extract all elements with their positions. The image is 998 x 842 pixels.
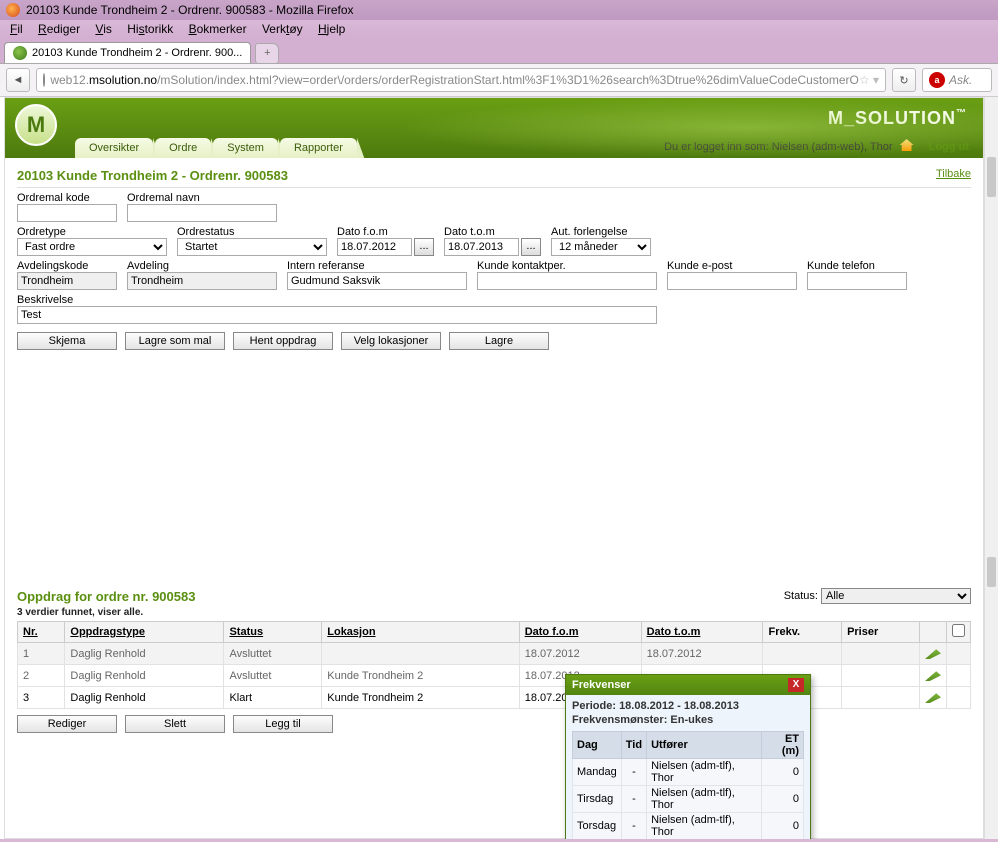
frekvens-row: Mandag-Nielsen (adm-tlf), Thor0: [573, 759, 804, 786]
popup-monster: Frekvensmønster: En-ukes: [572, 713, 804, 727]
globe-icon: [43, 73, 45, 87]
app-brand: M_SOLUTION™: [828, 108, 967, 129]
app-nav: Oversikter Ordre System Rapporter: [75, 138, 357, 158]
browser-tab[interactable]: 20103 Kunde Trondheim 2 - Ordrenr. 900..…: [4, 42, 251, 63]
rediger-button[interactable]: Rediger: [17, 715, 117, 733]
col-edit: [920, 622, 947, 643]
app-header: M M_SOLUTION™ Oversikter Ordre System Ra…: [5, 98, 983, 158]
col-tom[interactable]: Dato t.o.m: [641, 622, 763, 643]
table-row[interactable]: 1Daglig RenholdAvsluttet18.07.201218.07.…: [18, 643, 971, 665]
nav-oversikter[interactable]: Oversikter: [75, 138, 153, 158]
intern-referanse-input[interactable]: [287, 272, 467, 290]
col-nr[interactable]: Nr.: [18, 622, 65, 643]
avdeling-input: [127, 272, 277, 290]
edit-icon[interactable]: [925, 645, 941, 659]
col-type[interactable]: Oppdragstype: [65, 622, 224, 643]
dato-fom-picker[interactable]: ...: [414, 238, 434, 256]
login-info: Du er logget inn som: Nielsen (adm-web),…: [664, 139, 969, 153]
oppdrag-table: Nr. Oppdragstype Status Lokasjon Dato f.…: [17, 621, 971, 709]
app-frame: M M_SOLUTION™ Oversikter Ordre System Ra…: [4, 97, 984, 839]
popup-title: Frekvenser: [572, 679, 631, 691]
vertical-scrollbar[interactable]: [984, 97, 998, 839]
hent-oppdrag-button[interactable]: Hent oppdrag: [233, 332, 333, 350]
menu-bokmerker[interactable]: Bokmerker: [183, 20, 253, 38]
window-titlebar: 20103 Kunde Trondheim 2 - Ordrenr. 90058…: [0, 0, 998, 20]
logout-link[interactable]: Logg ut: [929, 141, 969, 153]
kontaktperson-input[interactable]: [477, 272, 657, 290]
firefox-icon: [6, 3, 20, 17]
edit-icon[interactable]: [925, 689, 941, 703]
ordremal-navn-input[interactable]: [127, 204, 277, 222]
tab-label: 20103 Kunde Trondheim 2 - Ordrenr. 900..…: [32, 47, 242, 59]
col-frekv[interactable]: Frekv.: [763, 622, 842, 643]
dato-tom-picker[interactable]: ...: [521, 238, 541, 256]
address-bar[interactable]: web12.msolution.no/mSolution/index.html?…: [36, 68, 886, 92]
result-count: 3 verdier funnet, viser alle.: [17, 607, 971, 618]
reload-button[interactable]: ↻: [892, 68, 916, 92]
col-priser[interactable]: Priser: [842, 622, 920, 643]
col-check: [947, 622, 971, 643]
nav-system[interactable]: System: [213, 138, 278, 158]
col-status[interactable]: Status: [224, 622, 322, 643]
nav-rapporter[interactable]: Rapporter: [280, 138, 357, 158]
browser-tab-strip: 20103 Kunde Trondheim 2 - Ordrenr. 900..…: [0, 38, 998, 64]
nav-ordre[interactable]: Ordre: [155, 138, 211, 158]
epost-input[interactable]: [667, 272, 797, 290]
scroll-thumb[interactable]: [987, 557, 996, 587]
window-title: 20103 Kunde Trondheim 2 - Ordrenr. 90058…: [26, 3, 354, 17]
col-fom[interactable]: Dato f.o.m: [519, 622, 641, 643]
app-logo: M: [15, 104, 57, 146]
slett-button[interactable]: Slett: [125, 715, 225, 733]
dato-fom-input[interactable]: [337, 238, 412, 256]
frekvenser-popup: Frekvenser X Periode: 18.08.2012 - 18.08…: [565, 674, 811, 839]
back-button[interactable]: ◄: [6, 68, 30, 92]
lagre-button[interactable]: Lagre: [449, 332, 549, 350]
auto-forlengelse-select[interactable]: 12 måneder: [551, 238, 651, 256]
popup-periode: Periode: 18.08.2012 - 18.08.2013: [572, 699, 804, 713]
edit-icon[interactable]: [925, 667, 941, 681]
skjema-button[interactable]: Skjema: [17, 332, 117, 350]
back-link[interactable]: Tilbake: [936, 168, 971, 183]
menu-verktoy[interactable]: Verktøy: [256, 20, 309, 38]
telefon-input[interactable]: [807, 272, 907, 290]
dato-tom-input[interactable]: [444, 238, 519, 256]
ordretype-select[interactable]: Fast ordre: [17, 238, 167, 256]
lagre-som-mal-button[interactable]: Lagre som mal: [125, 332, 225, 350]
frekvens-row: Tirsdag-Nielsen (adm-tlf), Thor0: [573, 786, 804, 813]
menu-vis[interactable]: Vis: [89, 20, 117, 38]
browser-toolbar: ◄ web12.msolution.no/mSolution/index.htm…: [0, 64, 998, 97]
ordrestatus-select[interactable]: Startet: [177, 238, 327, 256]
menu-fil[interactable]: Fil: [4, 20, 29, 38]
page-title: 20103 Kunde Trondheim 2 - Ordrenr. 90058…: [17, 168, 288, 183]
legg-til-button[interactable]: Legg til: [233, 715, 333, 733]
tab-favicon: [13, 46, 27, 60]
scroll-thumb[interactable]: [987, 157, 996, 197]
new-tab-button[interactable]: +: [255, 43, 279, 63]
frekvenser-table: Dag Tid Utfører ET (m) Mandag-Nielsen (a…: [572, 731, 804, 839]
ordremal-kode-input[interactable]: [17, 204, 117, 222]
home-icon[interactable]: [900, 139, 914, 151]
section2-title: Oppdrag for ordre nr. 900583: [17, 589, 195, 604]
select-all-checkbox[interactable]: [952, 624, 965, 637]
status-filter-select[interactable]: Alle: [821, 588, 971, 604]
browser-search[interactable]: a Ask.: [922, 68, 992, 92]
browser-menubar: Fil Rediger Vis Historikk Bokmerker Verk…: [0, 20, 998, 38]
table-row[interactable]: 2Daglig RenholdAvsluttetKunde Trondheim …: [18, 665, 971, 687]
avdelingskode-input: [17, 272, 117, 290]
table-row[interactable]: 3Daglig RenholdKlartKunde Trondheim 218.…: [18, 687, 971, 709]
beskrivelse-input[interactable]: [17, 306, 657, 324]
menu-historikk[interactable]: Historikk: [121, 20, 179, 38]
menu-rediger[interactable]: Rediger: [32, 20, 86, 38]
menu-hjelp[interactable]: Hjelp: [312, 20, 351, 38]
popup-close-button[interactable]: X: [788, 678, 804, 692]
velg-lokasjoner-button[interactable]: Velg lokasjoner: [341, 332, 441, 350]
frekvens-row: Torsdag-Nielsen (adm-tlf), Thor0: [573, 813, 804, 840]
ask-icon: a: [929, 72, 945, 88]
col-lokasjon[interactable]: Lokasjon: [322, 622, 519, 643]
